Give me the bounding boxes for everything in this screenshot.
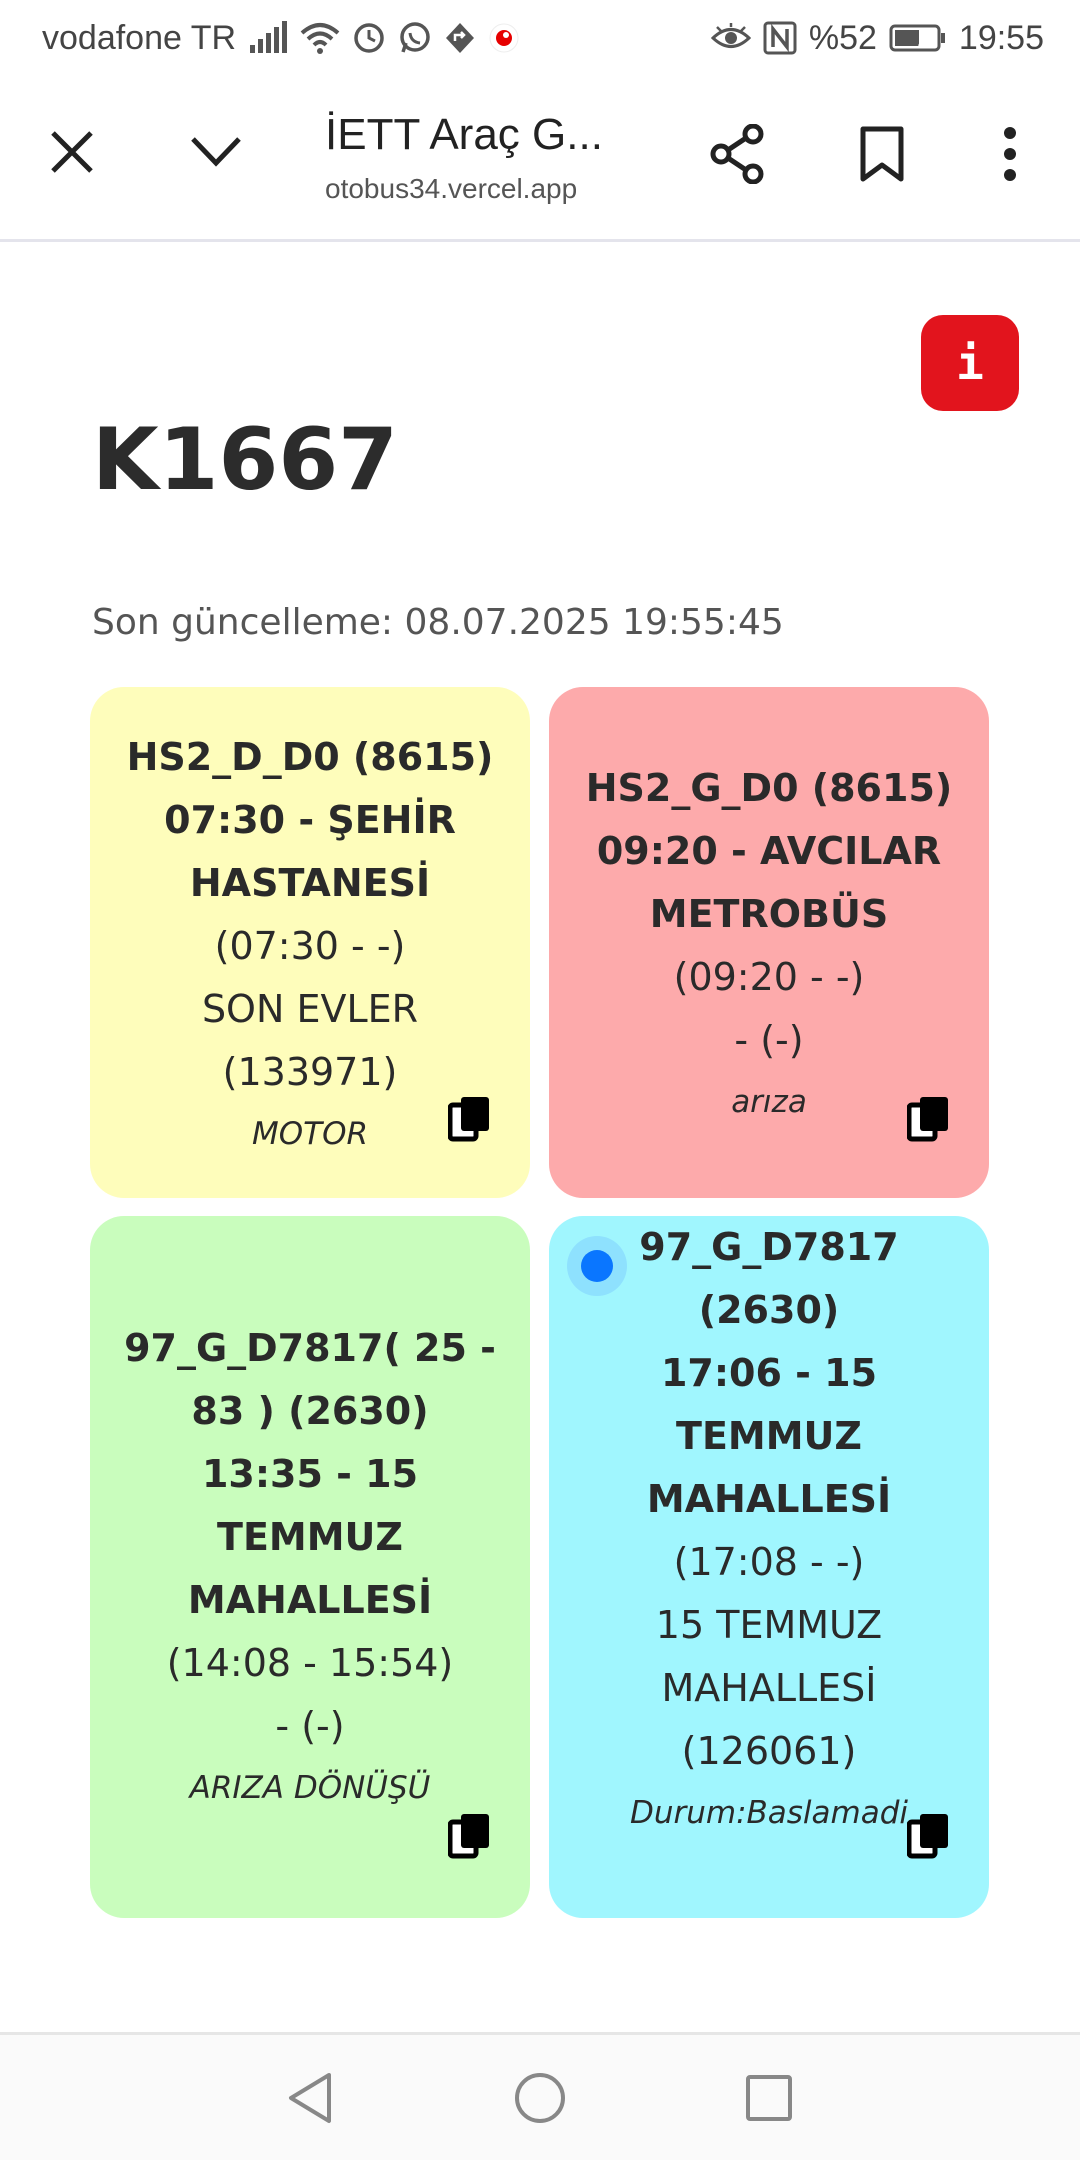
live-dot-icon (581, 1250, 613, 1282)
copy-icon[interactable] (906, 1095, 951, 1143)
more-vertical-icon (1000, 126, 1020, 187)
trip-card-line: METROBÜS (649, 892, 889, 936)
status-bar-right: %52 19:55 (710, 18, 1044, 58)
share-button[interactable] (698, 116, 778, 196)
trip-card-line: TEMMUZ (217, 1515, 403, 1559)
eye-icon (710, 23, 751, 53)
trip-status: ARIZA DÖNÜŞÜ (189, 1770, 431, 1806)
trip-card-line: 09:20 - AVCILAR (596, 829, 942, 873)
battery-icon (889, 23, 947, 53)
trip-card-line: 13:35 - 15 (201, 1452, 419, 1496)
trip-card[interactable]: HS2_G_D0 (8615) 09:20 - AVCILAR METROBÜS (0… (549, 687, 989, 1198)
trip-card[interactable]: 97_G_D7817( 25 - 83 ) (2630) 13:35 - 15 TEM… (90, 1216, 530, 1918)
trip-card-line: (126061) (681, 1729, 857, 1773)
navigation-icon (444, 21, 476, 55)
back-nav-button[interactable] (275, 2065, 345, 2135)
trip-card-lines: HS2_G_D0 (8615) 09:20 - AVCILAR METROBÜS (0… (569, 757, 969, 1072)
system-nav-bar (0, 2032, 1080, 2160)
more-options-button[interactable] (970, 116, 1050, 196)
clock-time: 19:55 (958, 18, 1044, 57)
trip-card-line: MAHALLESİ (661, 1666, 877, 1710)
page-tab-title: İETT Araç G... (325, 110, 603, 159)
trip-card-line: TEMMUZ (676, 1414, 862, 1458)
bookmark-button[interactable] (842, 116, 922, 196)
battery-percentage: %52 (808, 18, 877, 57)
trip-card-line: (17:08 - -) (673, 1540, 865, 1584)
close-icon (49, 129, 95, 180)
trip-card-line: (2630) (698, 1288, 840, 1332)
trip-card[interactable]: HS2_D_D0 (8615) 07:30 - ŞEHİR HASTANESİ (07… (90, 687, 530, 1198)
trip-card-line: - (-) (275, 1704, 345, 1748)
trip-card-line: HS2_G_D0 (8615) (585, 766, 953, 810)
trip-card[interactable]: 97_G_D7817 (2630) 17:06 - 15 TEMMUZ MAHALLES… (549, 1216, 989, 1918)
trip-card-lines: 97_G_D7817 (2630) 17:06 - 15 TEMMUZ MAHALLES… (569, 1216, 969, 1783)
collapse-button[interactable] (176, 114, 256, 194)
trip-card-line: 15 TEMMUZ (655, 1603, 883, 1647)
page-title: K1667 (92, 410, 398, 510)
vodafone-icon (488, 21, 520, 55)
share-icon (709, 123, 767, 189)
browser-toolbar: İETT Araç G... otobus34.vercel.app (0, 76, 1080, 242)
wifi-icon (300, 21, 340, 55)
alarm-clock-icon (352, 21, 386, 55)
copy-icon[interactable] (906, 1812, 951, 1860)
whatsapp-icon (398, 21, 432, 55)
trip-card-line: HS2_D_D0 (8615) (126, 735, 494, 779)
recents-square-icon (745, 2074, 793, 2126)
home-circle-icon (513, 2071, 567, 2129)
home-nav-button[interactable] (505, 2065, 575, 2135)
info-button[interactable]: i (921, 315, 1019, 411)
trip-card-line: 97_G_D7817 (639, 1225, 899, 1269)
trip-card-line: 07:30 - ŞEHİR (164, 798, 456, 842)
chevron-down-icon (189, 135, 243, 174)
copy-icon[interactable] (447, 1812, 492, 1860)
nfc-icon (763, 21, 797, 55)
last-update-text: Son güncelleme: 08.07.2025 19:55:45 (92, 602, 784, 643)
trip-card-line: MAHALLESİ (187, 1578, 433, 1622)
trip-card-line: 83 ) (2630) (191, 1389, 429, 1433)
trip-card-line: 97_G_D7817( 25 - (124, 1326, 496, 1370)
status-bar-left: vodafone TR (42, 19, 520, 58)
trip-card-line: MAHALLESİ (646, 1477, 892, 1521)
page-url[interactable]: otobus34.vercel.app (325, 173, 577, 205)
info-icon: i (956, 336, 984, 390)
close-tab-button[interactable] (32, 114, 112, 194)
trip-card-line: - (-) (734, 1018, 804, 1062)
trip-card-line: (07:30 - -) (214, 924, 406, 968)
trip-card-line: (14:08 - 15:54) (166, 1641, 454, 1685)
copy-icon[interactable] (447, 1095, 492, 1143)
live-indicator (567, 1236, 627, 1296)
bookmark-icon (859, 125, 905, 188)
trip-card-line: SON EVLER (201, 987, 419, 1031)
trip-card-line: HASTANESİ (189, 861, 431, 905)
trip-card-line: 17:06 - 15 (660, 1351, 878, 1395)
status-bar: vodafone TR %52 19:55 (0, 0, 1080, 76)
carrier-name: vodafone TR (42, 18, 237, 57)
trip-card-lines: HS2_D_D0 (8615) 07:30 - ŞEHİR HASTANESİ (07… (110, 726, 510, 1104)
signal-icon (248, 21, 288, 55)
recents-nav-button[interactable] (734, 2065, 804, 2135)
trip-card-lines: 97_G_D7817( 25 - 83 ) (2630) 13:35 - 15 TEM… (110, 1317, 510, 1758)
trip-card-line: (09:20 - -) (673, 955, 865, 999)
back-triangle-icon (285, 2071, 335, 2129)
